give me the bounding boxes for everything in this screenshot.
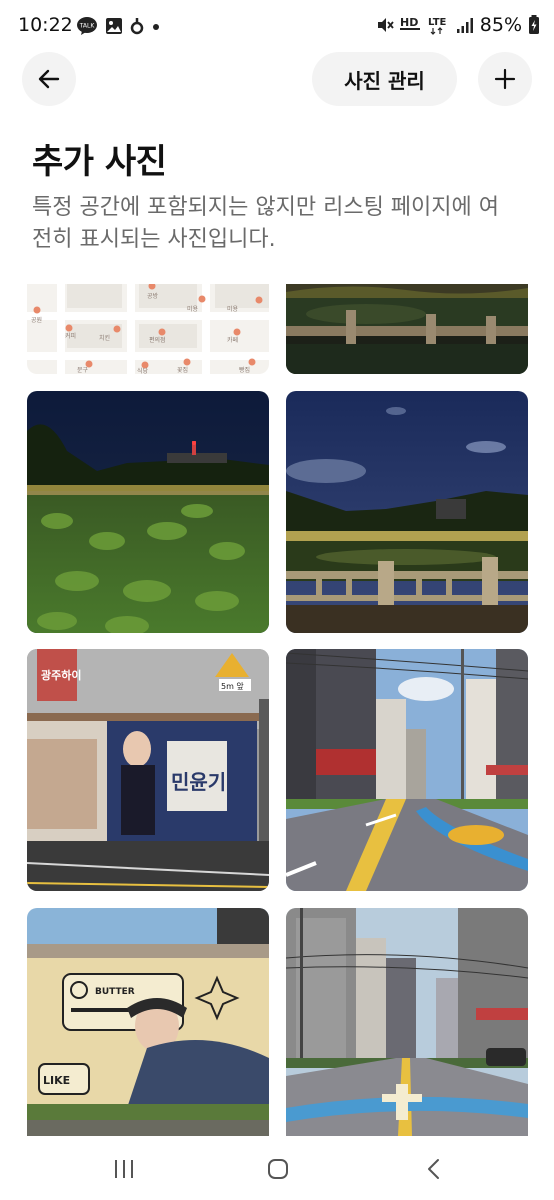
mural-like-label: LIKE (43, 1074, 70, 1087)
kakaotalk-icon: TALK (77, 17, 97, 35)
mural-butter-label: BUTTER (95, 987, 135, 997)
map-label-9: 문구 (77, 367, 89, 374)
mural-sign-left: 광주하이 (41, 668, 81, 682)
mute-icon (377, 18, 394, 32)
mural-butter-image: BUTTER LIKE (27, 908, 269, 1136)
hd-voice-icon: HD (399, 16, 420, 30)
battery-percent: 85% (479, 14, 522, 36)
map-label-5: 커피 (65, 332, 76, 340)
photo-pond-bridge-crop[interactable] (286, 284, 528, 374)
svg-text:TALK: TALK (79, 23, 96, 30)
chevron-left-icon (428, 1159, 439, 1179)
recent-apps-icon (115, 1160, 133, 1178)
svg-text:HD: HD (400, 16, 418, 29)
battery-charging-icon (529, 15, 539, 34)
arrow-left-icon (38, 69, 60, 89)
map-label-4: 공원 (31, 316, 42, 324)
photo-pond-bridge[interactable] (286, 391, 528, 633)
pond-bridge-night-image (286, 391, 528, 633)
recent-apps-button[interactable] (104, 1154, 144, 1184)
map-label-2: 미용 (187, 305, 199, 313)
svg-text:LTE: LTE (428, 17, 447, 28)
manage-photos-label: 사진 관리 (344, 68, 425, 93)
system-navigation-bar (0, 1136, 554, 1200)
map-label-1: 공방 (147, 292, 159, 300)
pond-lotus-image (27, 391, 269, 633)
mural-sign-right: 5m 앞 (221, 681, 244, 691)
map-label-10: 식당 (137, 367, 149, 374)
status-time: 10:22 (18, 14, 73, 36)
photo-city-buildings[interactable] (286, 908, 528, 1136)
city-street-image (286, 649, 528, 891)
system-back-button[interactable] (414, 1154, 454, 1184)
page-title: 추가 사진 (32, 142, 167, 182)
photo-mural-butter[interactable]: BUTTER LIKE (27, 908, 269, 1136)
mural-street-image: 광주하이 5m 앞 민윤기 (27, 649, 269, 891)
home-button[interactable] (258, 1154, 298, 1184)
back-button[interactable] (22, 52, 76, 106)
app-notification-icon (130, 18, 144, 35)
manage-photos-button[interactable]: 사진 관리 (312, 52, 457, 106)
photo-pond-lotus[interactable] (27, 391, 269, 633)
map-image: 공방 미용 미용 공원 커피 치킨 편의점 카페 문구 식당 꽃집 빵집 (27, 284, 269, 374)
lte-icon: LTE (428, 17, 447, 35)
mural-poster-text: 민윤기 (171, 770, 226, 794)
photo-grid: 공방 미용 미용 공원 커피 치킨 편의점 카페 문구 식당 꽃집 빵집 광주하… (0, 284, 554, 1136)
map-label-3: 미용 (227, 305, 239, 313)
home-icon (268, 1159, 288, 1179)
pond-bridge-image (286, 284, 528, 374)
map-label-8: 카페 (227, 336, 238, 344)
gallery-icon (106, 18, 122, 34)
add-photo-button[interactable] (478, 52, 532, 106)
status-notification-icons: TALK (76, 16, 161, 36)
map-label-12: 빵집 (239, 366, 250, 374)
map-label-11: 꽃집 (177, 367, 188, 374)
signal-icon (456, 18, 473, 33)
photo-mural-street[interactable]: 광주하이 5m 앞 민윤기 (27, 649, 269, 891)
photo-city-street[interactable] (286, 649, 528, 891)
plus-icon (494, 68, 516, 90)
photo-map[interactable]: 공방 미용 미용 공원 커피 치킨 편의점 카페 문구 식당 꽃집 빵집 (27, 284, 269, 374)
status-system-icons: HD LTE 85% (376, 14, 540, 36)
more-notifications-dot-icon (153, 24, 159, 30)
city-buildings-image (286, 908, 528, 1136)
map-label-7: 편의점 (149, 336, 166, 344)
map-label-6: 치킨 (99, 334, 110, 342)
page-description: 특정 공간에 포함되지는 않지만 리스팅 페이지에 여전히 표시되는 사진입니다… (32, 195, 500, 252)
status-bar: 10:22 TALK HD LTE 85% (0, 0, 554, 52)
top-navigation: 사진 관리 (0, 52, 554, 112)
